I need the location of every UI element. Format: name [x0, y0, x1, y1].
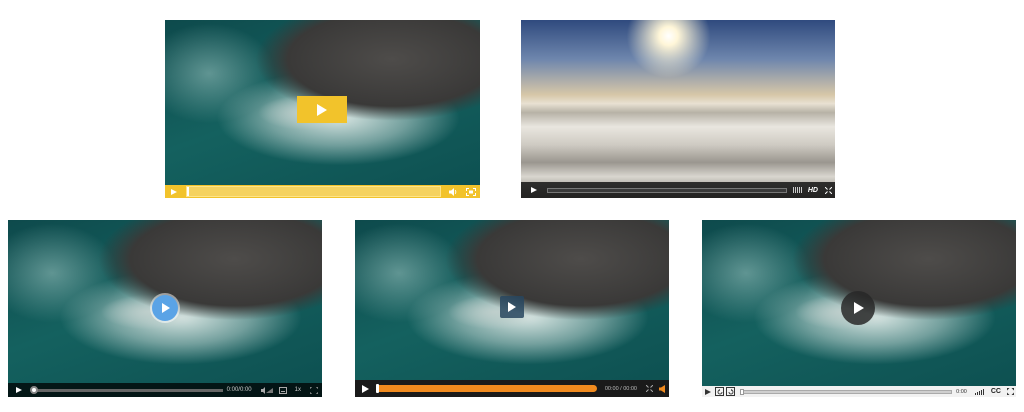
captions-button[interactable]: [276, 383, 290, 397]
control-bar: HD: [521, 182, 835, 198]
fullscreen-button[interactable]: [462, 185, 480, 198]
progress-bar[interactable]: [376, 384, 597, 393]
big-play-button[interactable]: [152, 295, 178, 321]
volume-level-bar: [974, 393, 976, 395]
play-icon: [705, 388, 711, 395]
control-bar: 0:00/0:00 1x: [8, 383, 322, 397]
video-player-1[interactable]: [165, 20, 480, 198]
volume-level-bar: [978, 391, 980, 395]
big-play-button[interactable]: [841, 291, 875, 325]
progress-handle[interactable]: [376, 384, 379, 393]
volume-level-bar: [800, 187, 802, 193]
volume-icon: [260, 386, 273, 394]
progress-bar[interactable]: [547, 187, 787, 193]
volume-level-bar: [792, 187, 794, 193]
progress-bar[interactable]: [186, 186, 441, 197]
speed-button[interactable]: 1x: [295, 387, 301, 393]
volume-button[interactable]: [444, 185, 462, 198]
time-display: 00:00 / 00:00: [604, 385, 637, 392]
fullscreen-button[interactable]: [643, 380, 655, 397]
volume-level-bar: [982, 389, 984, 395]
volume-level-bar: [976, 392, 978, 395]
forward-icon: [728, 388, 733, 394]
captions-icon: [278, 386, 287, 394]
volume-bars[interactable]: [974, 388, 984, 395]
cc-button[interactable]: CC: [991, 388, 1001, 395]
hd-button[interactable]: HD: [808, 187, 818, 194]
forward-button[interactable]: [726, 387, 735, 396]
play-icon: [171, 188, 177, 195]
control-bar: 00:00 / 00:00: [355, 380, 669, 397]
volume-level-bar: [796, 187, 798, 193]
volume-icon: [448, 187, 456, 196]
volume-icon: [659, 384, 665, 393]
video-player-4[interactable]: 00:00 / 00:00: [355, 220, 669, 397]
volume-bars[interactable]: [792, 187, 802, 193]
play-icon: [854, 302, 864, 314]
fullscreen-icon: [824, 186, 832, 194]
play-icon: [531, 187, 537, 193]
fullscreen-icon: [645, 385, 653, 392]
progress-handle[interactable]: [187, 187, 189, 196]
volume-level-bar: [798, 187, 800, 193]
volume-button[interactable]: [655, 380, 669, 397]
progress-handle[interactable]: [740, 388, 744, 395]
volume-level-bar: [980, 390, 982, 395]
rewind-button[interactable]: [715, 387, 724, 396]
play-button[interactable]: [8, 383, 30, 397]
play-button[interactable]: [355, 380, 375, 397]
fullscreen-icon: [466, 187, 476, 196]
play-button[interactable]: [165, 185, 183, 198]
volume-level-bar: [794, 187, 796, 193]
video-player-5[interactable]: 0:00 CC: [702, 220, 1016, 397]
control-bar: 0:00 CC: [702, 386, 1016, 397]
fullscreen-button[interactable]: [821, 182, 835, 198]
fullscreen-icon: [310, 386, 318, 394]
progress-bar[interactable]: [740, 388, 953, 395]
play-button[interactable]: [521, 182, 547, 198]
control-bar: [165, 185, 480, 198]
fullscreen-button[interactable]: [306, 383, 322, 397]
video-frame: [521, 20, 835, 198]
volume-button[interactable]: [258, 383, 276, 397]
play-icon: [317, 103, 327, 116]
progress-handle[interactable]: [30, 386, 38, 394]
video-player-3[interactable]: 0:00/0:00 1x: [8, 220, 322, 397]
play-icon: [162, 303, 170, 313]
big-play-button[interactable]: [500, 296, 524, 318]
video-player-2[interactable]: HD: [521, 20, 835, 198]
rewind-icon: [717, 388, 722, 394]
fullscreen-icon: [1006, 388, 1014, 395]
play-icon: [508, 302, 516, 312]
play-button[interactable]: [702, 386, 714, 397]
play-icon: [361, 384, 369, 393]
fullscreen-button[interactable]: [1004, 386, 1016, 397]
play-icon: [16, 387, 22, 393]
big-play-button[interactable]: [297, 96, 347, 123]
time-display: 0:00/0:00: [226, 387, 252, 393]
progress-bar[interactable]: [30, 386, 223, 394]
time-display: 0:00: [956, 388, 967, 395]
